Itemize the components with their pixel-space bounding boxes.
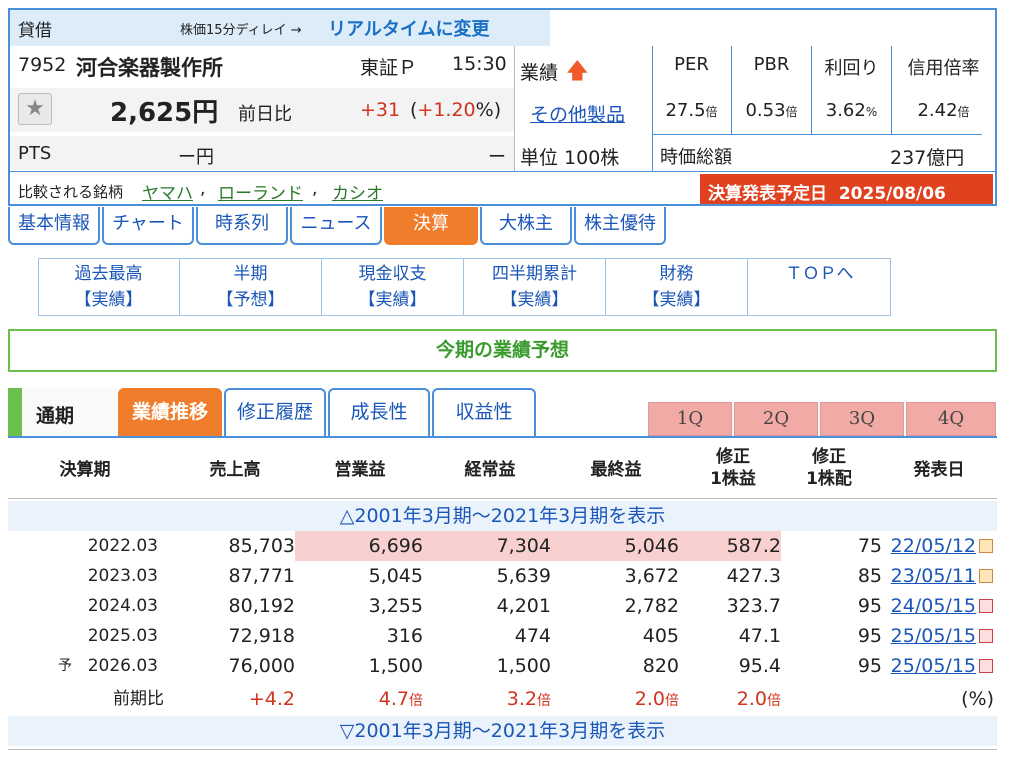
company-name: 河合楽器製作所	[76, 56, 223, 80]
table-row: 予 2026.03 76,000 1,500 1,500 820 95.4 95…	[8, 651, 997, 681]
compare-link-yamaha[interactable]: ヤマハ	[142, 179, 193, 204]
subnav-quarterly[interactable]: 四半期累計 【実績】	[464, 258, 606, 316]
expand-history-bottom[interactable]: ▽2001年3月期～2021年3月期を表示	[8, 716, 997, 746]
divider	[514, 46, 515, 172]
release-date-link[interactable]: 23/05/11	[891, 565, 976, 587]
quarter-button-2q[interactable]: 2Q	[734, 402, 818, 436]
expand-history-top[interactable]: △2001年3月期～2021年3月期を表示	[8, 501, 997, 531]
doc-icon[interactable]	[979, 569, 993, 583]
metric-pbr: PBR 0.53倍	[732, 46, 812, 134]
col-header-ordinary: 経常益	[464, 460, 516, 480]
table-row: 2024.03 80,192 3,255 4,201 2,782 323.7 9…	[8, 591, 997, 621]
release-date-link[interactable]: 24/05/15	[891, 595, 976, 617]
price-change: +31	[360, 99, 401, 121]
subnav-half-year[interactable]: 半期 【予想】	[180, 258, 322, 316]
favorite-star-icon[interactable]: ★	[18, 93, 52, 125]
tab-benefits[interactable]: 株主優待	[574, 207, 666, 245]
col-header-eps: 修正 1株益	[710, 447, 756, 489]
tab-chart[interactable]: チャート	[102, 207, 194, 245]
pdf-icon[interactable]	[979, 659, 993, 673]
yoy-label: 前期比	[113, 689, 164, 709]
col-header-operating: 営業益	[334, 460, 386, 480]
tab-time-series[interactable]: 時系列	[196, 207, 288, 245]
tab-earnings[interactable]: 決算	[384, 207, 478, 245]
compare-link-roland[interactable]: ローランド	[218, 179, 303, 204]
price-time: 15:30	[452, 53, 507, 75]
release-date-link[interactable]: 25/05/15	[891, 655, 976, 677]
market-label: 東証Ｐ	[360, 57, 418, 79]
col-header-date: 発表日	[913, 460, 965, 480]
zenjitsu-label: 前日比	[238, 104, 292, 125]
period-label: 通期	[36, 405, 75, 427]
current-price: 2,625円	[110, 98, 219, 128]
taishaku-label: 貸借	[18, 21, 52, 41]
industry-link[interactable]: その他製品	[530, 100, 625, 127]
price-change-pct: (+1.20%)	[410, 99, 502, 121]
stock-code: 7952	[18, 54, 67, 76]
quarter-button-3q[interactable]: 3Q	[820, 402, 904, 436]
divider	[652, 134, 982, 135]
realtime-link[interactable]: リアルタイムに変更	[328, 15, 489, 41]
pts-label: PTS	[18, 143, 52, 164]
trading-unit: 単位 100株	[520, 147, 620, 169]
delay-note: 株価15分ディレイ →	[180, 23, 302, 38]
release-date-link[interactable]: 22/05/12	[891, 535, 976, 557]
release-date-link[interactable]: 25/05/15	[891, 625, 976, 647]
yoy-row: 前期比 +4.2 4.7倍 3.2倍 2.0倍 2.0倍 (%)	[8, 684, 997, 714]
col-header-net: 最終益	[590, 460, 642, 480]
pdf-icon[interactable]	[979, 599, 993, 613]
tab-shareholders[interactable]: 大株主	[480, 207, 572, 245]
market-cap-value: 237億円	[890, 147, 965, 169]
compare-label: 比較される銘柄	[18, 183, 124, 201]
stock-header-panel: 貸借 株価15分ディレイ → リアルタイムに変更 7952 河合楽器製作所 東証…	[8, 8, 997, 206]
subnav-record-high[interactable]: 過去最高 【実績】	[38, 258, 180, 316]
section-title: 今期の業績予想	[8, 329, 997, 372]
subnav-finance[interactable]: 財務 【実績】	[606, 258, 748, 316]
metric-per: PER 27.5倍	[652, 46, 732, 134]
pct-unit: (%)	[961, 688, 994, 710]
quarter-button-4q[interactable]: 4Q	[906, 402, 996, 436]
table-row: 2025.03 72,918 316 474 405 47.1 95 25/05…	[8, 621, 997, 651]
tab-basic-info[interactable]: 基本情報	[8, 207, 100, 245]
arrow-up-icon: 🡅	[566, 59, 589, 84]
col-header-period: 決算期	[59, 460, 111, 480]
pts-change: ー	[488, 147, 506, 168]
pdf-icon[interactable]	[979, 629, 993, 643]
pts-value: ー円	[178, 147, 214, 168]
divider	[10, 171, 995, 172]
subtab-growth[interactable]: 成長性	[328, 388, 430, 436]
divider	[8, 498, 997, 499]
compare-link-casio[interactable]: カシオ	[332, 179, 383, 204]
compare-separator: ,	[200, 179, 206, 199]
period-marker	[8, 388, 22, 436]
doc-icon[interactable]	[979, 539, 993, 553]
quarter-button-1q[interactable]: 1Q	[648, 402, 732, 436]
subnav-cashflow[interactable]: 現金収支 【実績】	[322, 258, 464, 316]
subnav-top[interactable]: ＴＯＰへ	[748, 258, 891, 316]
col-header-sales: 売上高	[209, 460, 261, 480]
col-header-dps: 修正 1株配	[806, 447, 852, 489]
earnings-date-banner: 決算発表予定日 2025/08/06	[700, 174, 993, 204]
compare-separator: ,	[312, 179, 318, 199]
table-row: 2023.03 87,771 5,045 5,639 3,672 427.3 8…	[8, 561, 997, 591]
pts-row	[10, 136, 514, 170]
gyoseki-label: 業績	[520, 62, 559, 84]
divider	[8, 436, 997, 438]
subtab-revision-history[interactable]: 修正履歴	[224, 388, 326, 436]
table-row: 2022.03 85,703 6,696 7,304 5,046 587.2 7…	[8, 531, 997, 561]
subtab-performance[interactable]: 業績推移	[118, 388, 222, 436]
subtab-profitability[interactable]: 収益性	[432, 388, 536, 436]
tab-news[interactable]: ニュース	[290, 207, 382, 245]
metric-yield: 利回り 3.62%	[812, 46, 892, 134]
metric-margin-ratio: 信用倍率 2.42倍	[907, 58, 980, 121]
market-cap-label: 時価総額	[660, 147, 732, 168]
divider	[8, 749, 997, 750]
